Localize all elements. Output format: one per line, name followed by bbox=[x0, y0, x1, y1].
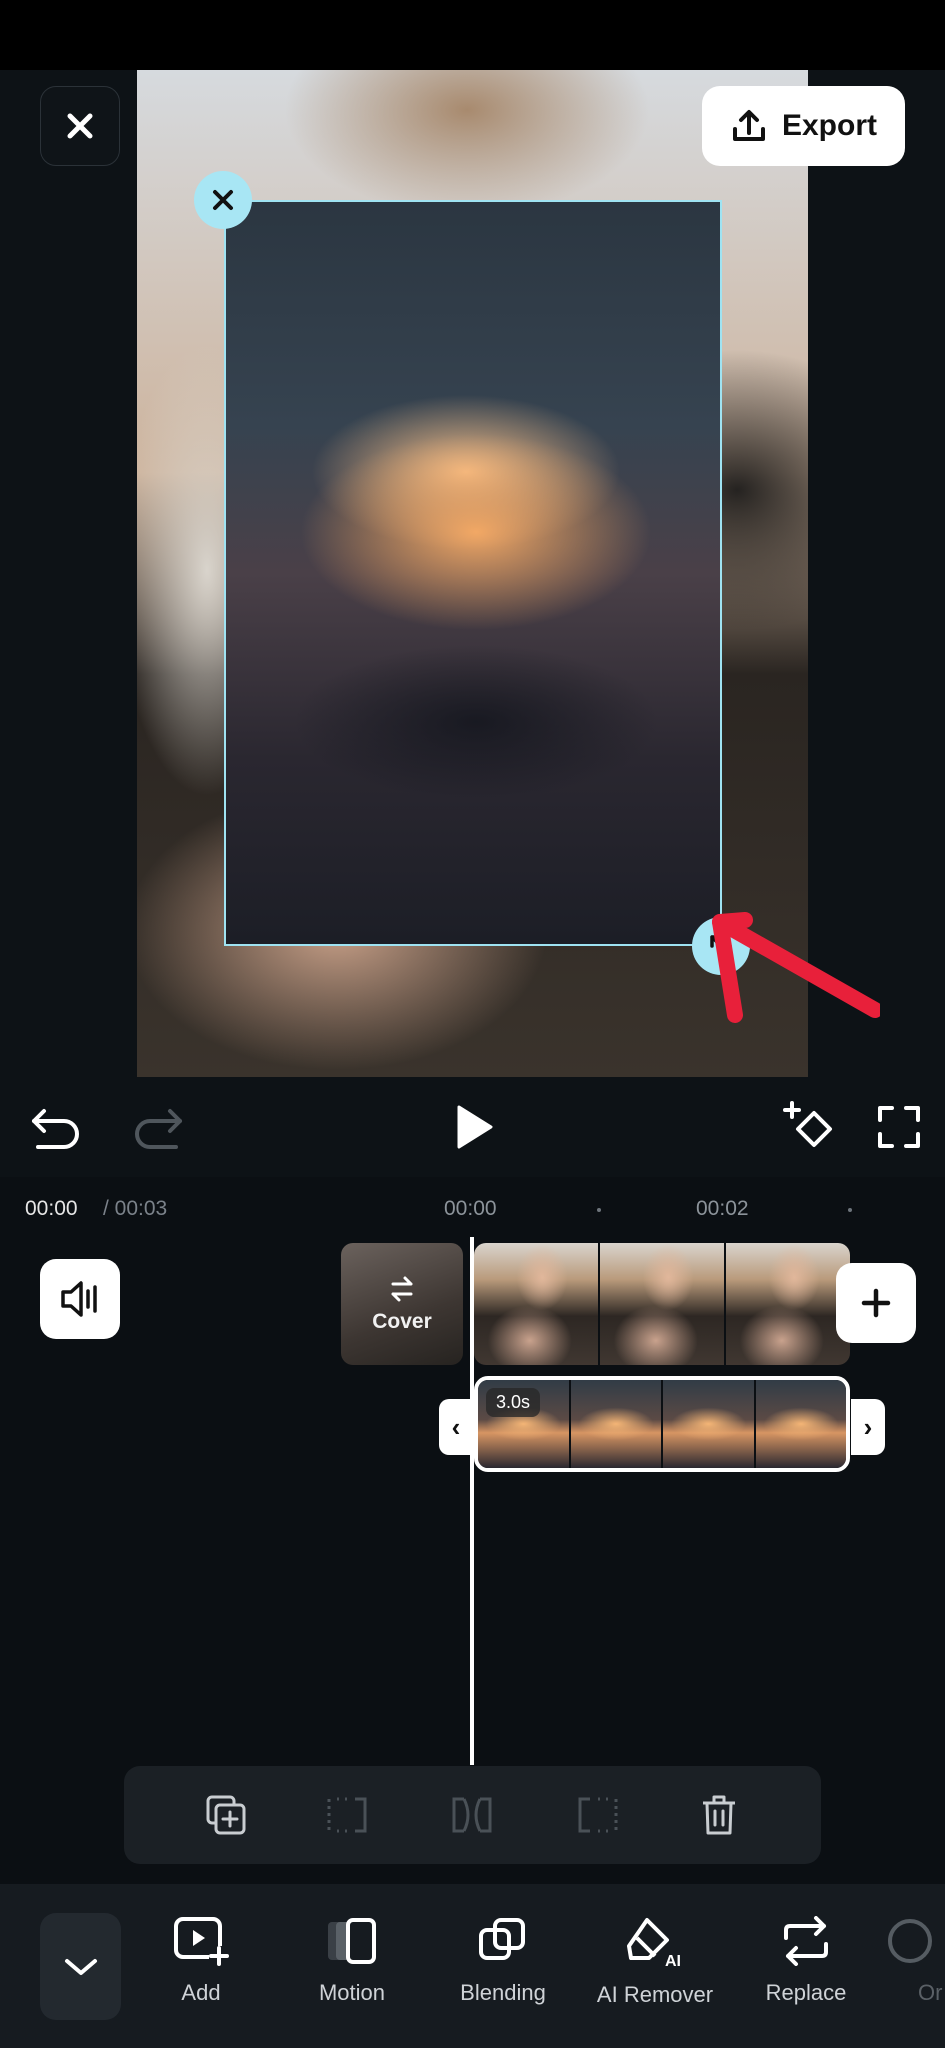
tool-blending[interactable]: Blending bbox=[428, 1916, 578, 2006]
tool-motion[interactable]: Motion bbox=[277, 1916, 427, 2006]
cover-label: Cover bbox=[372, 1310, 432, 1333]
plus-icon bbox=[861, 1288, 891, 1318]
ruler-label: 00:00 bbox=[444, 1197, 497, 1220]
overlay-frame-thumbnail bbox=[755, 1380, 846, 1468]
add-clip-button[interactable] bbox=[836, 1263, 916, 1343]
upload-icon bbox=[732, 110, 765, 141]
opacity-icon bbox=[888, 1919, 932, 1963]
total-time: / 00:03 bbox=[103, 1197, 168, 1220]
tool-ai-remover[interactable]: AI AI Remover bbox=[580, 1916, 730, 2008]
ruler-tick bbox=[848, 1208, 852, 1212]
status-bar bbox=[0, 0, 945, 70]
video-frame-thumbnail bbox=[600, 1243, 726, 1365]
play-icon bbox=[457, 1105, 493, 1149]
split-left-button bbox=[321, 1787, 377, 1843]
mute-clip-audio-button[interactable] bbox=[40, 1259, 120, 1339]
fullscreen-button[interactable] bbox=[869, 1097, 929, 1157]
current-time: 00:00 bbox=[25, 1197, 78, 1220]
export-button[interactable]: Export bbox=[702, 86, 905, 166]
overlay-trim-right-handle[interactable]: › bbox=[851, 1399, 885, 1455]
overlay-frame-thumbnail bbox=[570, 1380, 663, 1468]
undo-icon bbox=[32, 1109, 79, 1149]
duplicate-icon bbox=[206, 1795, 246, 1835]
blending-icon bbox=[479, 1918, 525, 1960]
ai-remover-icon: AI bbox=[627, 1918, 681, 1968]
clip-edit-toolbar bbox=[124, 1766, 821, 1864]
overlay-frame-thumbnail bbox=[663, 1380, 756, 1468]
ruler-label: 00:02 bbox=[696, 1197, 749, 1220]
split-button bbox=[444, 1787, 500, 1843]
delete-button[interactable] bbox=[691, 1787, 747, 1843]
overlay-clip-selected[interactable] bbox=[224, 200, 722, 946]
main-video-track[interactable] bbox=[474, 1243, 850, 1365]
trash-icon bbox=[703, 1795, 736, 1835]
video-frame-thumbnail bbox=[726, 1243, 850, 1365]
split-right-button bbox=[568, 1787, 624, 1843]
chevron-down-icon bbox=[64, 1958, 97, 1975]
export-label: Export bbox=[781, 109, 877, 142]
overlay-delete-handle[interactable] bbox=[194, 171, 252, 229]
tool-label: AI Remover bbox=[596, 1982, 714, 2007]
tool-opacity-partial[interactable]: Or bbox=[882, 1916, 945, 2006]
svg-text:AI: AI bbox=[665, 1953, 681, 1968]
tool-replace[interactable]: Replace bbox=[731, 1916, 881, 2006]
tool-label: Or bbox=[918, 1980, 943, 2005]
playhead[interactable] bbox=[470, 1237, 474, 1765]
play-button[interactable] bbox=[443, 1097, 503, 1157]
close-icon bbox=[67, 113, 93, 139]
video-frame-thumbnail bbox=[474, 1243, 600, 1365]
redo-icon bbox=[135, 1109, 182, 1149]
replace-icon bbox=[784, 1916, 828, 1966]
redo-button[interactable] bbox=[128, 1097, 188, 1157]
split-icon bbox=[452, 1797, 492, 1833]
overlay-trim-left-handle[interactable]: ‹ bbox=[439, 1399, 473, 1455]
swap-arrows-icon bbox=[391, 1276, 413, 1302]
tool-label: Motion bbox=[318, 1980, 386, 2005]
duplicate-button[interactable] bbox=[198, 1787, 254, 1843]
tool-label: Replace bbox=[765, 1980, 847, 2005]
trim-left-icon bbox=[327, 1797, 367, 1833]
close-button[interactable] bbox=[40, 86, 120, 166]
add-media-icon bbox=[174, 1917, 229, 1966]
speaker-icon bbox=[61, 1281, 97, 1317]
tool-label: Blending bbox=[460, 1980, 546, 2005]
fullscreen-icon bbox=[878, 1106, 920, 1148]
undo-button[interactable] bbox=[26, 1097, 86, 1157]
tool-add[interactable]: Add bbox=[126, 1916, 276, 2006]
tool-label: Add bbox=[181, 1980, 221, 2005]
motion-icon bbox=[328, 1918, 376, 1964]
cover-button[interactable]: Cover bbox=[341, 1243, 463, 1365]
duration-badge: 3.0s bbox=[486, 1388, 541, 1417]
ruler-tick bbox=[597, 1208, 601, 1212]
trim-right-icon bbox=[578, 1797, 618, 1833]
collapse-toolbar-button[interactable] bbox=[40, 1913, 121, 2020]
annotation-arrow-icon bbox=[712, 912, 880, 1023]
keyframe-icon bbox=[783, 1101, 832, 1147]
keyframe-button[interactable] bbox=[778, 1097, 838, 1157]
close-icon bbox=[213, 190, 233, 210]
